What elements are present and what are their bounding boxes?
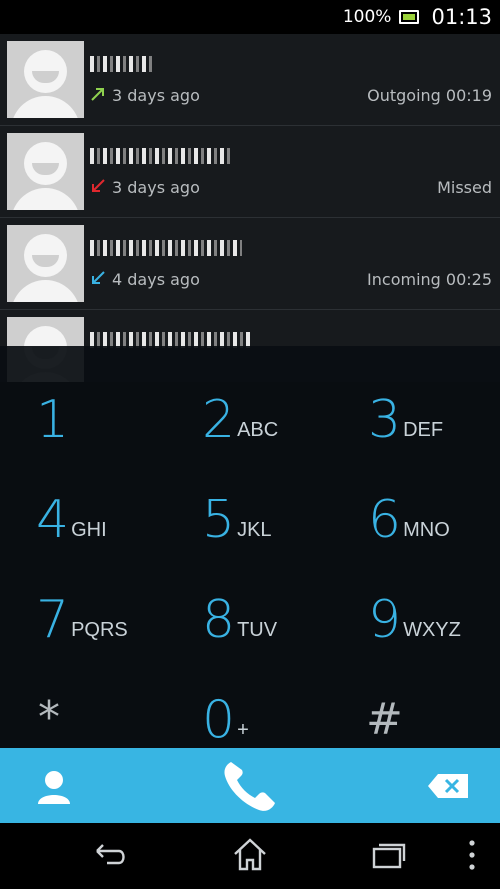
battery-charging-icon — [399, 10, 420, 24]
call-time-ago: 3 days ago — [112, 178, 200, 197]
contact-avatar[interactable] — [7, 225, 84, 302]
contact-name-redacted — [90, 240, 242, 256]
navigation-bar — [0, 823, 500, 889]
call-time-ago: 3 days ago — [112, 86, 200, 105]
dialpad-key-6[interactable]: 6 MNO — [368, 446, 500, 546]
dialpad-key-8[interactable]: 8 TUV — [202, 546, 368, 646]
status-bar: 100% 01:13 — [0, 0, 500, 34]
contact-avatar[interactable] — [7, 133, 84, 210]
call-type-duration: Missed — [437, 178, 492, 197]
home-icon[interactable] — [232, 837, 268, 873]
dialpad-key-4[interactable]: 4 GHI — [36, 446, 202, 546]
call-log-row[interactable]: 3 days ago Missed — [0, 126, 500, 218]
call-log-row[interactable]: 4 days ago Incoming 00:25 — [0, 218, 500, 310]
dialpad-key-9[interactable]: 9 WXYZ — [368, 546, 500, 646]
contact-name-redacted — [90, 148, 230, 164]
dialpad-key-0[interactable]: 0 + — [202, 646, 368, 746]
dialpad-key-2[interactable]: 2 ABC — [202, 346, 368, 446]
status-clock: 01:13 — [431, 5, 492, 29]
dialpad-key-hash[interactable]: # — [366, 642, 500, 742]
dialpad-key-7[interactable]: 7 PQRS — [36, 546, 202, 646]
outgoing-call-icon — [91, 88, 104, 101]
call-log-list: 3 days ago Outgoing 00:19 3 days ago Mis… — [0, 34, 500, 382]
dialer-action-bar — [0, 748, 500, 823]
recent-apps-icon[interactable] — [371, 837, 407, 873]
battery-percent: 100% — [342, 7, 392, 27]
call-type-duration: Incoming 00:25 — [367, 270, 492, 289]
incoming-call-icon — [92, 271, 105, 284]
overflow-menu-icon[interactable] — [466, 837, 478, 873]
dialpad-key-1[interactable]: 1 — [36, 346, 202, 446]
dialpad-key-star[interactable]: * — [38, 640, 204, 740]
backspace-icon[interactable] — [426, 772, 470, 800]
call-log-row[interactable]: 3 days ago Outgoing 00:19 — [0, 34, 500, 126]
dialpad-key-5[interactable]: 5 JKL — [202, 446, 368, 546]
dialpad: 1 2 ABC 3 DEF 4 GHI 5 JKL 6 MNO 7 PQRS 8… — [0, 346, 500, 748]
contact-name-redacted — [90, 56, 154, 72]
call-time-ago: 4 days ago — [112, 270, 200, 289]
call-type-duration: Outgoing 00:19 — [367, 86, 492, 105]
dialpad-key-3[interactable]: 3 DEF — [368, 346, 500, 446]
missed-call-icon — [92, 179, 105, 192]
back-icon[interactable] — [93, 837, 129, 873]
contacts-icon[interactable] — [34, 766, 74, 806]
contact-avatar[interactable] — [7, 41, 84, 118]
phone-icon[interactable] — [217, 756, 283, 816]
